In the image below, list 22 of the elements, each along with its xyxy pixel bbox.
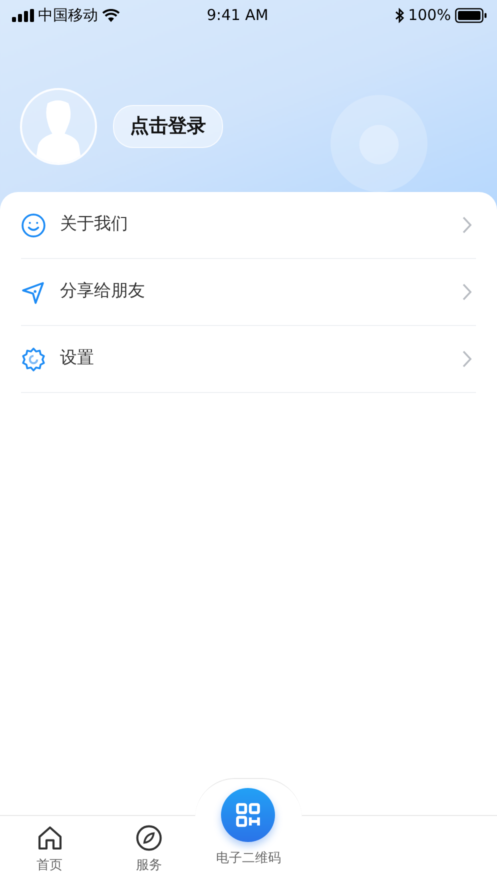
settings-icon <box>21 346 46 372</box>
battery-percent: 100% <box>408 4 451 26</box>
signal-icon <box>12 8 34 22</box>
menu-item-label[interactable]: 关于我们 <box>60 212 448 238</box>
bluetooth-icon <box>395 8 404 22</box>
chevron-right-icon <box>462 350 472 368</box>
home-icon <box>36 824 64 852</box>
wifi-icon <box>102 8 120 22</box>
chevron-right-icon <box>462 216 472 234</box>
qr-code-button[interactable] <box>221 788 276 842</box>
qr-code-icon <box>234 801 262 829</box>
tab-item[interactable]: 首页 <box>0 816 100 883</box>
menu-item-label[interactable]: 设置 <box>60 346 448 372</box>
carrier-name: 中国移动 <box>38 4 98 26</box>
send-icon <box>21 280 46 304</box>
smile-icon <box>21 212 46 238</box>
compass-icon <box>135 824 164 852</box>
login-button[interactable]: 点击登录 <box>113 105 223 148</box>
battery-icon <box>454 8 487 22</box>
status-time: 9:41 AM <box>206 4 268 26</box>
chevron-right-icon <box>462 283 472 301</box>
menu-item-label[interactable]: 分享给朋友 <box>60 279 448 305</box>
